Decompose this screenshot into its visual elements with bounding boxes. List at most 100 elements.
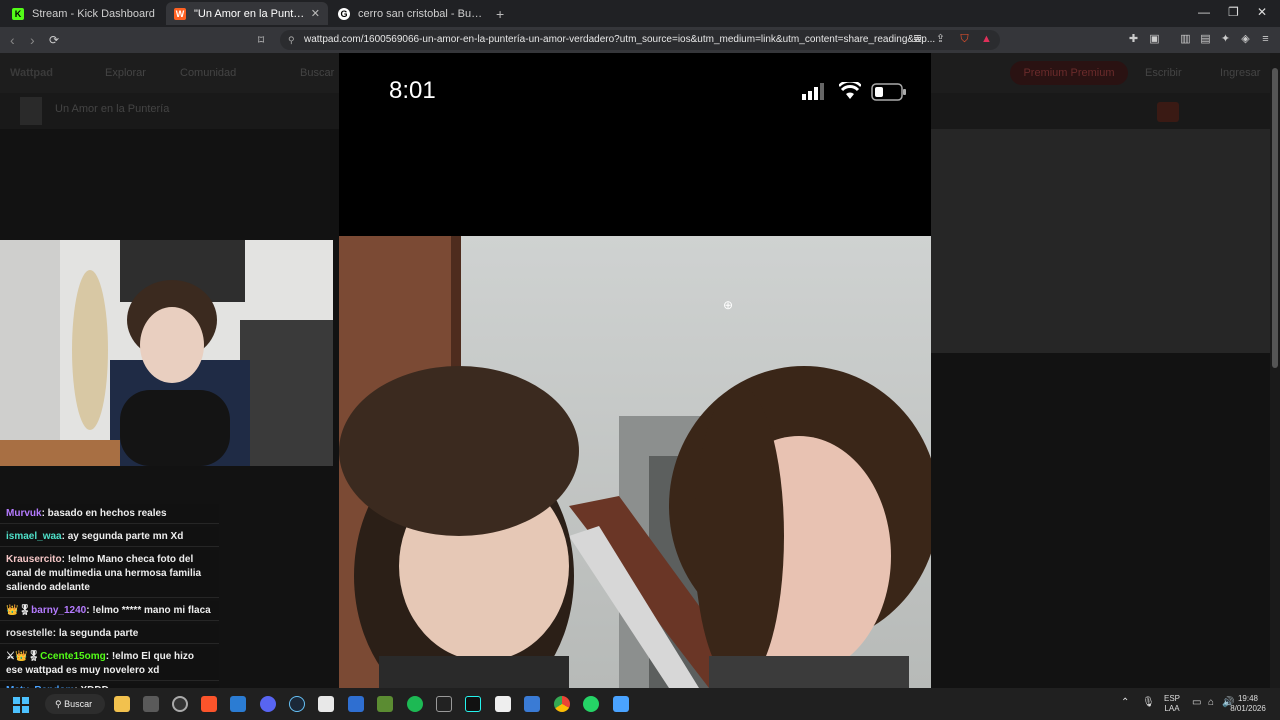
wallet-icon[interactable]: ▤: [1199, 33, 1212, 46]
bookmark-icon[interactable]: ⌑: [258, 33, 264, 47]
page-side-panel: [930, 129, 1270, 353]
clock-time: 19:48: [1237, 694, 1259, 703]
phone-screenshot-overlay[interactable]: 8:01 ⊕: [339, 53, 931, 688]
selfie-photo: [339, 236, 931, 688]
kick-favicon-icon: K: [12, 7, 24, 20]
chat-message: 👑🎖barny_1240: !elmo ***** mano mi flaca: [0, 601, 219, 621]
menu-icon[interactable]: ≡: [1259, 33, 1272, 46]
vpn-icon[interactable]: ◈: [1239, 33, 1252, 46]
nav-write[interactable]: Escribir: [1145, 67, 1182, 79]
notepad-icon[interactable]: [318, 696, 334, 712]
reading-list-icon[interactable]: ▣: [1148, 33, 1161, 46]
new-tab-button[interactable]: +: [496, 2, 516, 25]
nav-community[interactable]: Comunidad: [180, 67, 236, 79]
explorer-icon[interactable]: [230, 696, 246, 712]
brave-shields-icon[interactable]: ⛉: [958, 33, 971, 46]
story-title: Un Amor en la Puntería: [55, 103, 170, 115]
store-icon[interactable]: [143, 696, 159, 712]
taskbar-search-label: Buscar: [64, 699, 93, 709]
leo-ai-icon[interactable]: ✦: [1219, 33, 1232, 46]
vote-button[interactable]: [1157, 102, 1179, 122]
nav-login[interactable]: Ingresar: [1220, 67, 1260, 79]
ea-icon[interactable]: [436, 696, 452, 712]
wifi-icon: [839, 82, 861, 99]
discord-icon[interactable]: [260, 696, 276, 712]
stream-chat: Murvuk: basado en hechos reales ismael_w…: [0, 504, 220, 700]
minecraft-icon[interactable]: [377, 696, 393, 712]
chat-text: basado en hechos reales: [47, 508, 167, 519]
zoom-cursor-icon: ⊕: [723, 298, 734, 312]
chat-username: barny_1240: [31, 605, 87, 616]
scrollbar-thumb[interactable]: [1272, 68, 1278, 368]
steam-icon[interactable]: [289, 696, 305, 712]
sidebar-icon[interactable]: ▥: [1179, 33, 1192, 46]
clock-date: 8/01/2026: [1230, 704, 1266, 713]
wattpad-favicon-icon: W: [174, 7, 186, 20]
whatsapp-icon[interactable]: [583, 696, 599, 712]
lang-top: ESP: [1163, 694, 1180, 703]
phone-clock: 8:01: [389, 77, 436, 104]
spotify-icon[interactable]: [407, 696, 423, 712]
maximize-icon[interactable]: ❐: [1228, 5, 1239, 19]
wattpad-logo: Wattpad: [10, 67, 53, 79]
chat-badges: 👑🎖: [6, 605, 32, 616]
chat-message: Krausercito: !elmo Mano checa foto del c…: [0, 550, 219, 598]
chat-username: Murvuk: [6, 508, 42, 519]
tab-title: "Un Amor en la Puntería" - Un am: [194, 7, 305, 20]
battery-icon: [871, 83, 906, 101]
streamer-webcam: [0, 240, 333, 466]
address-bar[interactable]: ⚲ wattpad.com/1600569066-un-amor-en-la-p…: [280, 30, 1000, 50]
windows-start-icon[interactable]: [13, 697, 29, 713]
tab-google-search[interactable]: G cerro san cristobal - Buscar con Goo: [330, 2, 492, 25]
site-info-icon[interactable]: ⚲: [288, 30, 295, 50]
browser-tab-strip: K Stream - Kick Dashboard W "Un Amor en …: [0, 0, 1280, 27]
chat-username: Krausercito: [6, 554, 62, 565]
reload-icon[interactable]: ⟳: [49, 33, 59, 47]
tray-overflow-icon[interactable]: ⌃: [1121, 698, 1129, 708]
reader-mode-icon[interactable]: ≣: [911, 33, 924, 46]
tab-close-icon[interactable]: ✕: [311, 7, 320, 20]
tab-title: cerro san cristobal - Buscar con Goo: [358, 7, 484, 20]
notes-icon[interactable]: [613, 696, 629, 712]
display-icon[interactable]: ▭: [1192, 698, 1201, 708]
capcut-icon[interactable]: [495, 696, 511, 712]
nav-explore[interactable]: Explorar: [105, 67, 146, 79]
chat-username: ismael_waa: [6, 531, 62, 542]
chat-message: Murvuk: basado en hechos reales: [0, 504, 219, 524]
network-icon[interactable]: ⌂: [1208, 698, 1214, 708]
obs-icon[interactable]: [172, 696, 188, 712]
tab-kick-dashboard[interactable]: K Stream - Kick Dashboard: [4, 2, 164, 25]
google-favicon-icon: G: [338, 7, 350, 20]
tiktok-icon[interactable]: [465, 696, 481, 712]
forward-icon[interactable]: ›: [30, 32, 35, 48]
minimize-icon[interactable]: —: [1198, 5, 1210, 19]
calculator-icon[interactable]: [524, 696, 540, 712]
back-icon[interactable]: ‹: [10, 32, 15, 48]
chat-username: rosestelle: [6, 628, 53, 639]
chrome-icon[interactable]: [554, 696, 570, 712]
vs-icon[interactable]: [348, 696, 364, 712]
files-icon[interactable]: [114, 696, 130, 712]
chat-badges: ⚔👑🎖: [6, 651, 41, 662]
taskbar-clock[interactable]: 19:48 8/01/2026: [1228, 694, 1268, 714]
brave-rewards-icon[interactable]: ▲: [980, 33, 993, 46]
chat-text: !elmo ***** mano mi flaca: [92, 605, 211, 616]
language-indicator[interactable]: ESP LAA: [1160, 694, 1184, 714]
search-icon: ⚲: [55, 699, 62, 709]
nav-search[interactable]: Buscar: [300, 67, 334, 79]
taskbar-search[interactable]: ⚲ Buscar: [45, 694, 105, 714]
signal-icon: [802, 83, 824, 100]
chat-username: Ccente15omg: [40, 651, 106, 662]
chat-text: la segunda parte: [58, 628, 139, 639]
microphone-icon[interactable]: 🎙: [1142, 698, 1155, 708]
lang-bottom: LAA: [1164, 704, 1180, 713]
chat-text: ay segunda parte mn Xd: [67, 531, 184, 542]
tab-wattpad[interactable]: W "Un Amor en la Puntería" - Un am ✕: [166, 2, 328, 25]
brave-icon[interactable]: [201, 696, 217, 712]
close-icon[interactable]: ✕: [1257, 5, 1267, 19]
extensions-icon[interactable]: ✚: [1127, 33, 1140, 46]
premium-button[interactable]: Premium Premium: [1010, 61, 1128, 85]
chat-message: ⚔👑🎖Ccente15omg: !elmo El que hizo ese wa…: [0, 647, 219, 681]
tab-title: Stream - Kick Dashboard: [32, 7, 155, 20]
share-icon[interactable]: ⇪: [934, 33, 947, 46]
